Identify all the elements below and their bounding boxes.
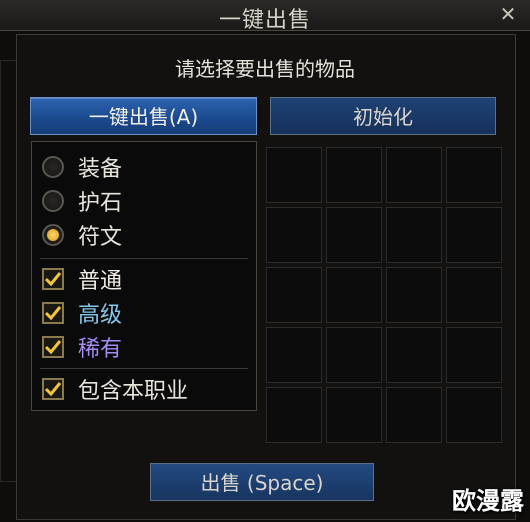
item-slot[interactable] bbox=[446, 327, 502, 383]
category-label: 符文 bbox=[78, 225, 123, 250]
item-slot[interactable] bbox=[266, 267, 322, 323]
item-slot[interactable] bbox=[326, 327, 382, 383]
rarity-rare[interactable]: 稀有 bbox=[42, 332, 122, 362]
category-rune[interactable]: 符文 bbox=[42, 220, 122, 250]
item-slot[interactable] bbox=[386, 327, 442, 383]
item-slot[interactable] bbox=[386, 207, 442, 263]
radio-icon bbox=[42, 156, 64, 178]
watermark: 欧漫露 bbox=[452, 487, 524, 515]
item-slot[interactable] bbox=[266, 207, 322, 263]
category-label: 护石 bbox=[78, 191, 123, 216]
item-slot[interactable] bbox=[266, 327, 322, 383]
rarity-label: 稀有 bbox=[78, 337, 123, 362]
item-slot[interactable] bbox=[326, 207, 382, 263]
item-slot[interactable] bbox=[386, 147, 442, 203]
item-slot[interactable] bbox=[326, 147, 382, 203]
item-slot[interactable] bbox=[446, 147, 502, 203]
category-amulet[interactable]: 护石 bbox=[42, 186, 122, 216]
rarity-label: 高级 bbox=[78, 303, 123, 328]
window-title: 一键出售 bbox=[218, 8, 311, 33]
divider bbox=[40, 368, 248, 369]
radio-selected-icon bbox=[42, 224, 64, 246]
title-bar: 一键出售 ✕ bbox=[0, 0, 530, 33]
rarity-label: 普通 bbox=[78, 269, 123, 294]
checkbox-checked-icon bbox=[42, 336, 64, 358]
item-slot[interactable] bbox=[446, 207, 502, 263]
rarity-common[interactable]: 普通 bbox=[42, 264, 122, 294]
item-slot[interactable] bbox=[266, 387, 322, 443]
item-slot[interactable] bbox=[266, 147, 322, 203]
item-slot[interactable] bbox=[326, 267, 382, 323]
rarity-advanced[interactable]: 高级 bbox=[42, 298, 122, 328]
category-label: 装备 bbox=[78, 157, 123, 182]
divider bbox=[40, 258, 248, 259]
checkbox-checked-icon bbox=[42, 302, 64, 324]
item-slot[interactable] bbox=[386, 387, 442, 443]
checkbox-checked-icon bbox=[42, 268, 64, 290]
sell-button[interactable]: 出售 (Space) bbox=[150, 463, 374, 501]
item-slot[interactable] bbox=[446, 387, 502, 443]
close-icon[interactable]: ✕ bbox=[496, 2, 520, 26]
auto-sell-button[interactable]: 一键出售(A) bbox=[30, 97, 257, 135]
item-slot[interactable] bbox=[326, 387, 382, 443]
include-class-label: 包含本职业 bbox=[78, 379, 189, 404]
category-equipment[interactable]: 装备 bbox=[42, 152, 122, 182]
checkbox-checked-icon bbox=[42, 378, 64, 400]
filter-menu: 装备 护石 符文 普通 高级 稀有 包含本职业 bbox=[31, 141, 257, 411]
item-slot[interactable] bbox=[446, 267, 502, 323]
reset-button[interactable]: 初始化 bbox=[270, 97, 496, 135]
prompt-text: 请选择要出售的物品 bbox=[175, 57, 355, 81]
radio-icon bbox=[42, 190, 64, 212]
item-slot[interactable] bbox=[386, 267, 442, 323]
include-class-option[interactable]: 包含本职业 bbox=[42, 374, 188, 404]
